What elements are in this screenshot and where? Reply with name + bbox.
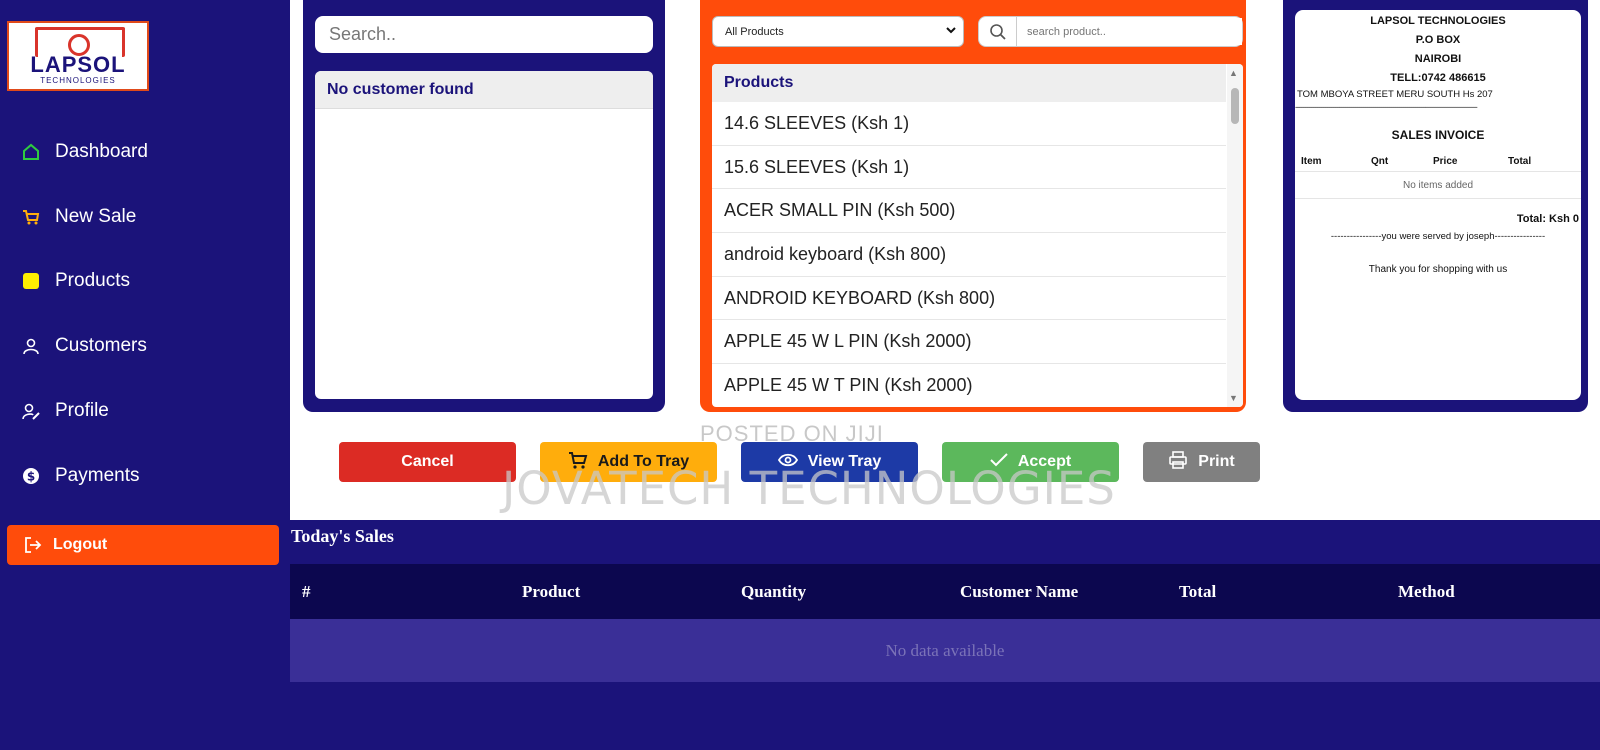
product-item[interactable]: 14.6 SLEEVES (Ksh 1) [712,102,1226,146]
receipt-address: TOM MBOYA STREET MERU SOUTH Hs 207 [1297,89,1493,100]
logo-subtext: TECHNOLOGIES [40,76,116,85]
product-search-box [978,16,1243,47]
sales-col-quantity: Quantity [741,582,807,601]
sidebar-item-label: Customers [55,335,147,356]
logout-icon [23,535,43,555]
product-category-select[interactable]: All Products [712,16,964,47]
sales-col-product: Product [522,582,581,601]
product-item[interactable]: ACER SMALL PIN (Ksh 500) [712,189,1226,234]
todays-sales-title: Today's Sales [291,526,394,546]
cancel-button[interactable]: Cancel [339,442,516,482]
sales-col-customer-name: Customer Name [960,582,1079,601]
receipt-col-item: Item [1301,156,1322,167]
receipt-empty-message: No items added [1295,172,1581,199]
sidebar-item-label: Profile [55,400,109,421]
product-item[interactable]: APPLE 45 W T PIN (Ksh 2000) [712,364,1226,407]
person-icon [21,336,41,356]
product-list-header: Products [712,64,1226,102]
product-item[interactable]: ANDROID KEYBOARD (Ksh 800) [712,277,1226,321]
print-button[interactable]: Print [1143,442,1260,482]
chevron-down-icon [945,23,957,39]
receipt-col-qnt: Qnt [1371,156,1389,167]
receipt-company: LAPSOL TECHNOLOGIES [1370,15,1506,27]
scroll-up-icon[interactable]: ▲ [1229,68,1238,78]
sidebar-item-dashboard[interactable]: Dashboard [7,126,279,178]
dollar-icon: $ [21,466,41,486]
todays-sales-section: Today's Sales # Product Quantity Custome… [290,520,1600,750]
cancel-label: Cancel [401,453,454,470]
printer-icon [1168,450,1188,475]
receipt-total: Total: Ksh 0 [1516,213,1579,225]
receipt-city: NAIROBI [1414,53,1462,65]
customer-empty-message: No customer found [315,71,653,109]
sidebar: LAPSOL TECHNOLOGIES Dashboard New Sale P… [0,0,290,750]
receipt-col-price: Price [1433,156,1458,167]
receipt-served-by: ----------------you were served by josep… [1330,231,1546,242]
receipt-divider: ----------------------------------------… [1295,102,1478,112]
sidebar-item-label: New Sale [55,206,137,227]
sidebar-item-new-sale[interactable]: New Sale [7,191,279,243]
receipt-col-total: Total [1508,156,1532,167]
product-item[interactable]: android keyboard (Ksh 800) [712,233,1226,277]
customers-panel: No customer found [303,0,665,412]
logout-button[interactable]: Logout [7,525,279,565]
logo-mark-icon [35,27,125,57]
search-icon[interactable] [979,17,1017,46]
watermark-posted: POSTED ON JIJI [700,421,884,446]
customer-search-input[interactable] [315,16,653,53]
user-edit-icon [21,401,41,421]
logout-label: Logout [53,536,108,553]
customer-list[interactable]: No customer found [315,71,653,399]
watermark-owner: JOVATECH TECHNOLOGIES [502,462,1116,515]
sales-col-total: Total [1179,582,1217,601]
logo-text: LAPSOL [30,52,126,77]
receipt-po-box: P.O BOX [1415,34,1461,46]
sales-col-method: Method [1398,582,1455,601]
brand-logo[interactable]: LAPSOL TECHNOLOGIES [7,21,149,91]
print-label: Print [1198,453,1235,470]
main-content: No customer found All Products Products … [290,0,1600,750]
product-search-input[interactable] [1017,18,1242,45]
product-square-icon [21,271,41,291]
sidebar-item-label: Payments [55,465,140,486]
sidebar-item-label: Dashboard [55,141,148,162]
sidebar-item-products[interactable]: Products [7,255,279,307]
receipt-columns: Item Qnt Price Total [1295,156,1581,172]
sales-empty-message: No data available [290,619,1600,682]
receipt-thanks: Thank you for shopping with us [1368,264,1508,275]
sales-table-header: # Product Quantity Customer Name Total M… [290,564,1600,619]
sidebar-item-label: Products [55,270,130,291]
svg-text:$: $ [27,470,35,484]
category-selected-value: All Products [725,25,784,38]
product-item[interactable]: APPLE 45 W L PIN (Ksh 2000) [712,320,1226,365]
receipt-panel: LAPSOL TECHNOLOGIES P.O BOX NAIROBI TELL… [1283,0,1588,412]
product-list: Products 14.6 SLEEVES (Ksh 1) 15.6 SLEEV… [712,64,1243,407]
home-icon [21,142,41,162]
sidebar-item-payments[interactable]: $ Payments [7,450,279,502]
scroll-thumb[interactable] [1231,88,1239,124]
sales-invoice-receipt: LAPSOL TECHNOLOGIES P.O BOX NAIROBI TELL… [1295,10,1581,400]
receipt-title: SALES INVOICE [1391,128,1485,142]
scroll-down-icon[interactable]: ▼ [1229,393,1238,403]
sidebar-item-customers[interactable]: Customers [7,320,279,372]
product-item[interactable]: 15.6 SLEEVES (Ksh 1) [712,146,1226,190]
receipt-tel: TELL:0742 486615 [1390,72,1486,84]
product-list-scrollbar[interactable]: ▲ ▼ [1227,64,1243,407]
cart-icon [21,207,41,227]
products-panel: All Products Products 14.6 SLEEVES (Ksh … [700,0,1246,412]
sidebar-item-profile[interactable]: Profile [7,385,279,437]
sales-col-number: # [302,582,311,601]
